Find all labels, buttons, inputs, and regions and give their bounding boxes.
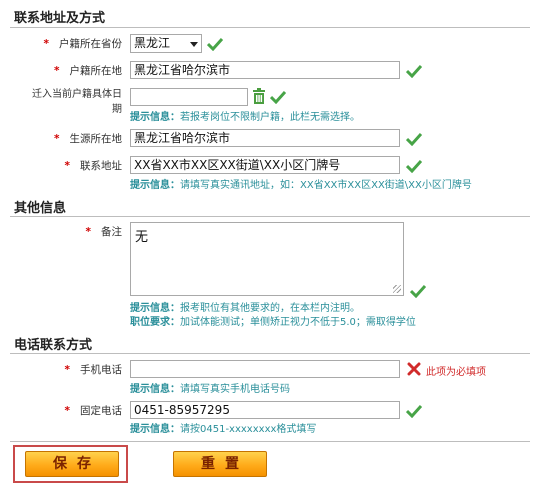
section-divider [10,27,530,28]
province-select-value: 黑龙江 [134,36,171,50]
section-title-other: 其他信息 [14,201,67,216]
check-icon [406,404,422,418]
chevron-down-icon [190,42,198,47]
remarks-value: 无 [135,230,149,245]
address-hint: 提示信息：请填写真实通讯地址，如：XX省XX市XX区XX街道\XX小区门牌号 [130,180,472,191]
province-select[interactable]: 黑龙江 [130,34,202,53]
origin-input[interactable]: 黑龙江省哈尔滨市 [130,129,400,147]
address-input[interactable]: XX省XX市XX区XX街道\XX小区门牌号 [130,156,400,174]
check-icon [406,132,422,146]
remarks-label: * 备注 [85,226,123,238]
section-divider [10,353,530,354]
trash-icon[interactable] [252,88,266,105]
save-button[interactable]: 保存 [25,451,119,477]
mobile-error: 此项为必填项 [426,367,486,378]
check-icon [410,284,426,298]
landline-hint: 提示信息：请按0451-xxxxxxxx格式填写 [130,424,317,435]
job-requirement: 职位要求：加试体能测试；单侧矫正视力不低于5.0；需取得学位 [130,317,416,328]
mobile-input[interactable] [130,360,400,378]
error-x-icon [407,362,421,376]
reset-button[interactable]: 重置 [173,451,267,477]
check-icon [207,37,223,51]
address-label: * 联系地址 [64,160,123,172]
check-icon [270,90,286,104]
hukou-label: * 户籍所在地 [54,65,122,77]
section-divider [10,441,530,442]
section-divider [10,216,530,217]
remarks-hint: 提示信息：报考职位有其他要求的，在本栏内注明。 [130,303,360,314]
landline-input[interactable]: 0451-85957295 [130,401,400,419]
landline-label: * 固定电话 [64,405,123,417]
check-icon [406,64,422,78]
province-label: * 户籍所在省份 [43,38,123,50]
required-star: * [43,38,50,50]
origin-label: * 生源所在地 [54,133,122,145]
resize-grip[interactable] [393,285,401,293]
move-date-input[interactable] [130,88,248,106]
move-date-label: 迁入当前户籍具体日 期 [32,89,122,115]
mobile-label: * 手机电话 [64,364,123,376]
section-title-phone: 电话联系方式 [14,338,93,353]
move-date-hint: 提示信息：若报考岗位不限制户籍，此栏无需选择。 [130,112,360,123]
check-icon [406,159,422,173]
mobile-hint: 提示信息：请填写真实手机电话号码 [130,384,290,395]
remarks-textarea[interactable]: 无 [130,222,404,296]
section-title-contact: 联系地址及方式 [14,11,106,26]
hukou-input[interactable]: 黑龙江省哈尔滨市 [130,61,400,79]
